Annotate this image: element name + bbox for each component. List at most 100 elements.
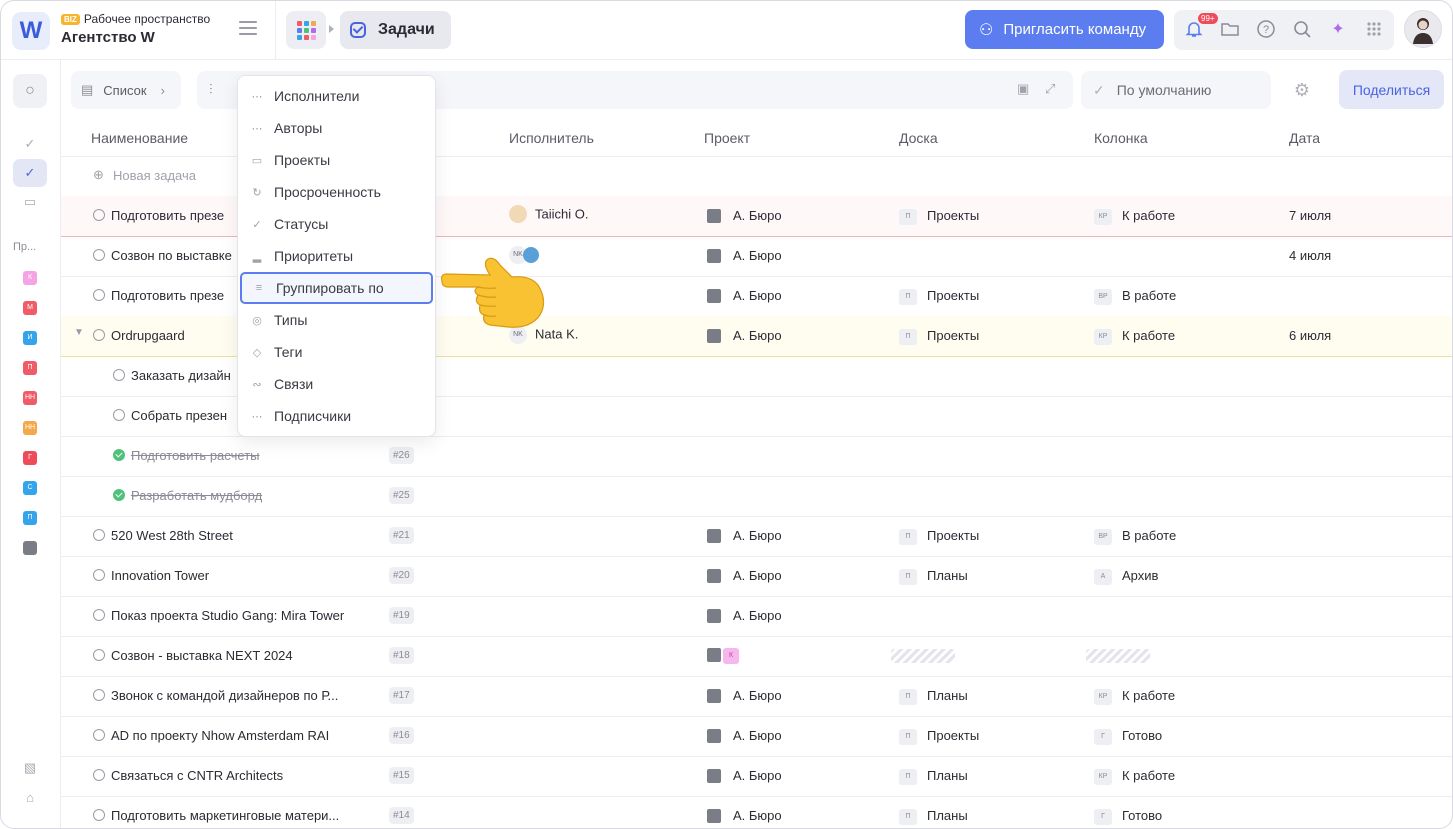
column-cell[interactable]: Г Готово [1094, 728, 1162, 745]
grid-dots-icon[interactable] [1363, 19, 1385, 41]
menu-item-5[interactable]: ▂ Приоритеты [240, 240, 433, 272]
sidebar-project-7[interactable]: С [23, 481, 37, 495]
workspace-logo[interactable]: W [12, 12, 50, 50]
tab-tasks[interactable]: Задачи [340, 11, 451, 49]
sidebar-project-4[interactable]: НН [23, 391, 37, 405]
project-cell[interactable]: А. Бюро [707, 208, 782, 224]
sidebar-folder-icon[interactable]: ▭ [13, 188, 47, 216]
menu-item-9[interactable]: ∾ Связи [240, 368, 433, 400]
board-cell[interactable]: П Проекты [899, 328, 979, 345]
date-cell[interactable]: 7 июля [1289, 208, 1331, 223]
status-circle-icon[interactable] [93, 329, 105, 341]
table-row[interactable]: Звонок с командой дизайнеров по Р... #17 А… [61, 676, 1452, 717]
menu-item-1[interactable]: ⋯ Авторы [240, 112, 433, 144]
sidebar-project-0[interactable]: К [23, 271, 37, 285]
task-name[interactable]: Заказать дизайн [131, 368, 231, 383]
col-project-header[interactable]: Проект [704, 130, 750, 146]
status-circle-icon[interactable] [93, 689, 105, 701]
ai-sparkle-icon[interactable]: ✦ [1327, 19, 1349, 41]
column-cell[interactable]: ВР В работе [1094, 528, 1176, 545]
status-circle-icon[interactable] [93, 649, 105, 661]
board-cell[interactable]: П Планы [899, 688, 968, 705]
column-cell[interactable]: Г Готово [1094, 808, 1162, 825]
sidebar-search-icon[interactable]: ○ [13, 74, 47, 108]
project-cell[interactable]: А. Бюро [707, 808, 782, 824]
table-row[interactable]: AD по проекту Nhow Amsterdam RAI #16 А. Бю… [61, 716, 1452, 757]
project-cell[interactable]: А. Бюро [707, 568, 782, 584]
board-cell[interactable]: П Планы [899, 768, 968, 785]
help-icon[interactable]: ? [1255, 19, 1277, 41]
menu-item-2[interactable]: ▭ Проекты [240, 144, 433, 176]
status-circle-icon[interactable] [113, 409, 125, 421]
status-circle-icon[interactable] [93, 529, 105, 541]
task-name[interactable]: Связаться с CNTR Architects [111, 768, 283, 783]
task-name[interactable]: Звонок с командой дизайнеров по Р... [111, 688, 338, 703]
project-cell[interactable]: А. Бюро [707, 608, 782, 624]
sidebar-project-9[interactable] [23, 541, 37, 555]
date-cell[interactable]: 6 июля [1289, 328, 1331, 343]
status-circle-icon[interactable] [93, 569, 105, 581]
project-cell[interactable]: А. Бюро [707, 528, 782, 544]
project-cell[interactable]: А. Бюро [707, 248, 782, 264]
task-name[interactable]: AD по проекту Nhow Amsterdam RAI [111, 728, 329, 743]
view-list-button[interactable]: ▤ Список › [71, 71, 181, 109]
task-name[interactable]: Ordrupgaard [111, 328, 185, 343]
apps-grid-icon[interactable] [286, 11, 326, 49]
status-circle-icon[interactable] [93, 209, 105, 221]
menu-item-8[interactable]: ◇ Теги [240, 336, 433, 368]
task-name[interactable]: Созвон - выставка NEXT 2024 [111, 648, 293, 663]
workspace-switcher[interactable]: BIZ Рабочее пространство Агентство W [61, 12, 210, 46]
task-name[interactable]: Innovation Tower [111, 568, 209, 583]
gear-icon[interactable]: ⚙ [1291, 79, 1313, 101]
status-circle-icon[interactable] [93, 249, 105, 261]
project-cell[interactable]: А. Бюро [707, 288, 782, 304]
menu-item-3[interactable]: ↻ Просроченность [240, 176, 433, 208]
task-name[interactable]: 520 West 28th Street [111, 528, 233, 543]
sidebar-project-1[interactable]: М [23, 301, 37, 315]
column-cell[interactable]: КР К работе [1094, 328, 1175, 345]
col-name-header[interactable]: Наименование [91, 130, 188, 146]
col-assignee-header[interactable]: Исполнитель [509, 130, 594, 146]
user-avatar[interactable] [1404, 10, 1442, 48]
board-cell[interactable]: П Проекты [899, 528, 979, 545]
table-row[interactable]: Разработать мудборд #25 [61, 476, 1452, 517]
collapse-chevron-icon[interactable]: ▼ [74, 327, 84, 338]
status-circle-icon[interactable] [113, 369, 125, 381]
menu-icon[interactable] [239, 21, 257, 35]
sidebar-tasks-icon[interactable]: ✓ [13, 159, 47, 187]
column-cell[interactable]: ВР В работе [1094, 288, 1176, 305]
assignee-cell[interactable]: Taiichi O. [509, 205, 588, 224]
task-name[interactable]: Подготовить расчеты [131, 448, 260, 463]
table-row[interactable]: 520 West 28th Street #21 А. Бюро П Проекты ВР… [61, 516, 1452, 557]
expand-icon[interactable]: ⤢ [1045, 81, 1055, 97]
table-row[interactable]: Подготовить маркетинговые матери... #14 А.… [61, 796, 1452, 828]
sidebar-project-2[interactable]: И [23, 331, 37, 345]
project-cell[interactable]: А. Бюро [707, 768, 782, 784]
sidebar-archive-icon[interactable]: ▧ [13, 754, 47, 782]
date-cell[interactable]: 4 июля [1289, 248, 1331, 263]
column-cell[interactable]: А Архив [1094, 568, 1158, 585]
board-cell[interactable]: П Проекты [899, 208, 979, 225]
column-cell[interactable]: КР К работе [1094, 768, 1175, 785]
sidebar-project-5[interactable]: НН [23, 421, 37, 435]
column-cell[interactable]: КР К работе [1094, 208, 1175, 225]
menu-item-10[interactable]: ⋯ Подписчики [240, 400, 433, 432]
filter-sliders-icon[interactable]: ⫶ [209, 81, 213, 98]
status-circle-icon[interactable] [93, 609, 105, 621]
menu-item-7[interactable]: ◎ Типы [240, 304, 433, 336]
table-row[interactable]: Связаться с CNTR Architects #15 А. Бюро П Пл… [61, 756, 1452, 797]
table-row[interactable]: Созвон - выставка NEXT 2024 #18 К [61, 636, 1452, 677]
task-name[interactable]: Показ проекта Studio Gang: Mira Tower [111, 608, 344, 623]
done-check-icon[interactable] [113, 449, 125, 461]
task-name[interactable]: Подготовить презе [111, 288, 224, 303]
done-check-icon[interactable] [113, 489, 125, 501]
task-name[interactable]: Подготовить презе [111, 208, 224, 223]
board-cell[interactable]: П Планы [899, 808, 968, 825]
status-circle-icon[interactable] [93, 729, 105, 741]
task-name[interactable]: Собрать презен [131, 408, 227, 423]
status-circle-icon[interactable] [93, 289, 105, 301]
table-row[interactable]: Показ проекта Studio Gang: Mira Tower #19… [61, 596, 1452, 637]
menu-item-6[interactable]: ≡ Группировать по [240, 272, 433, 304]
col-date-header[interactable]: Дата [1289, 130, 1320, 146]
share-button[interactable]: Поделиться [1339, 70, 1444, 109]
